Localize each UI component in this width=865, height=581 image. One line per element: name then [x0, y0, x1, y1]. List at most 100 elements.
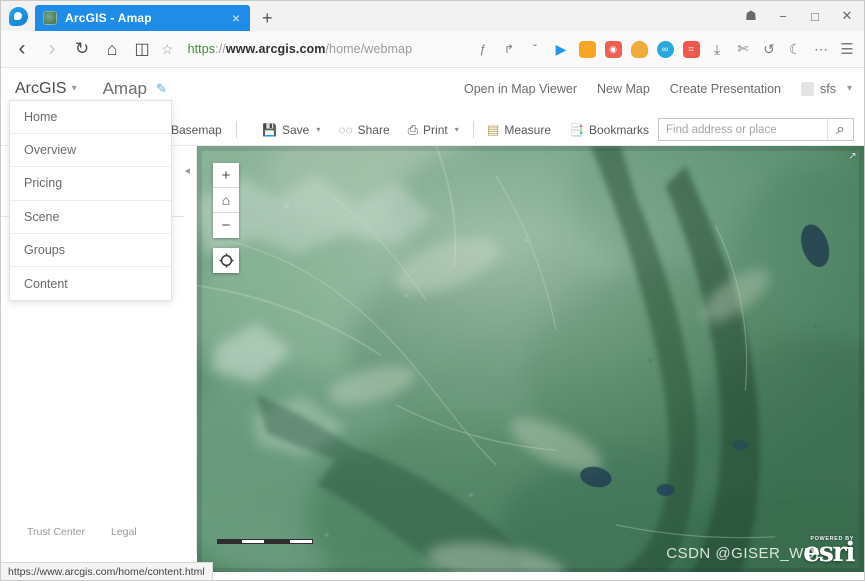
browser-logo-icon: [1, 1, 35, 31]
chevron-down-icon: ▾: [454, 125, 459, 134]
browser-toolbar: ‹ › ↻ ⌂ ◫ ☆ https://www.arcgis.com/home/…: [1, 31, 864, 68]
close-window-button[interactable]: ✕: [832, 4, 862, 28]
url-host: www.arcgis.com: [225, 42, 326, 56]
page-title: Amap: [102, 78, 148, 98]
scale-bar-row: [217, 539, 313, 544]
toolbar-print-label: Print: [423, 122, 448, 137]
forward-button[interactable]: ›: [37, 34, 67, 64]
pencil-icon[interactable]: ✎: [156, 81, 167, 97]
menu-item-home[interactable]: Home: [10, 101, 171, 135]
window-controls: ☗ − □ ✕: [736, 3, 862, 29]
zoom-controls: + ⌂ −: [213, 163, 239, 238]
print-icon: ⎙: [407, 122, 419, 137]
toolbar-share-label: Share: [357, 122, 390, 137]
tab-close-icon[interactable]: ×: [230, 11, 242, 25]
gamepad-icon[interactable]: [626, 36, 652, 62]
map-viewport[interactable]: ↗ + ⌂ − POWERED BY esri CSDN @GISER_WDL: [197, 146, 864, 572]
home-extent-button[interactable]: ⌂: [213, 188, 239, 213]
arcgis-brand-dropdown: Home Overview Pricing Scene Groups Conte…: [9, 100, 172, 302]
arcgis-brand-menu[interactable]: ArcGIS ▾: [15, 80, 77, 98]
more-options-icon[interactable]: ⋯: [808, 36, 834, 62]
share-icon: ◌◌: [338, 122, 353, 137]
expand-map-icon[interactable]: ↗: [846, 150, 859, 163]
folder-icon[interactable]: [574, 36, 600, 62]
history-icon[interactable]: ↺: [756, 36, 782, 62]
search-input[interactable]: [659, 119, 827, 140]
home-button[interactable]: ⌂: [97, 34, 127, 64]
zoom-in-button[interactable]: +: [213, 163, 239, 188]
browser-tab-active[interactable]: ArcGIS - Amap ×: [35, 5, 250, 31]
scale-segment: [289, 539, 313, 544]
user-name-label: sfs: [819, 81, 836, 96]
night-mode-icon[interactable]: ☾: [782, 36, 808, 62]
chevron-down-icon: ▾: [71, 83, 77, 94]
infinity-icon[interactable]: ∞: [652, 36, 678, 62]
user-menu[interactable]: sfs ▾: [800, 81, 852, 96]
scale-segment: [265, 539, 289, 544]
locate-icon: [218, 253, 234, 268]
new-tab-button[interactable]: +: [262, 9, 273, 27]
url-separator: ://: [215, 42, 226, 56]
zoom-out-button[interactable]: −: [213, 213, 239, 238]
toolbar-basemap-label: Basemap: [171, 122, 222, 137]
legal-link[interactable]: Legal: [111, 526, 137, 538]
open-in-map-viewer-link[interactable]: Open in Map Viewer: [464, 82, 577, 96]
bookmark-star-icon[interactable]: ☆: [161, 41, 174, 58]
chevron-down-icon[interactable]: ˇ: [522, 36, 548, 62]
trust-center-link[interactable]: Trust Center: [27, 526, 85, 538]
video-play-icon[interactable]: ▶: [548, 36, 574, 62]
collections-icon[interactable]: ☗: [736, 4, 766, 28]
toolbar-measure[interactable]: ▤ Measure: [478, 123, 560, 137]
toolbar-bookmarks[interactable]: 📑 Bookmarks: [560, 123, 658, 137]
toolbar-print[interactable]: ⎙ Print ▾: [399, 123, 468, 137]
toolbar-basemap[interactable]: Basemap: [171, 123, 231, 137]
new-map-link[interactable]: New Map: [597, 82, 650, 96]
create-presentation-link[interactable]: Create Presentation: [670, 82, 781, 96]
flash-icon[interactable]: ƒ: [470, 36, 496, 62]
menu-item-scene[interactable]: Scene: [10, 201, 171, 234]
screenshot-scissors-icon[interactable]: ✄: [730, 36, 756, 62]
toolbar-save[interactable]: 💾 Save ▾: [253, 123, 329, 137]
url-scheme: https: [187, 42, 216, 56]
menu-item-overview[interactable]: Overview: [10, 134, 171, 168]
save-icon: 💾: [262, 122, 277, 137]
locate-button[interactable]: [213, 248, 239, 273]
scale-segment: [241, 539, 265, 544]
tab-favicon-icon: [43, 11, 57, 25]
toolbar-share[interactable]: ◌◌ Share: [329, 123, 398, 137]
reload-button[interactable]: ↻: [67, 34, 97, 64]
search-box: ⌕: [658, 118, 854, 141]
toolbar-bookmarks-label: Bookmarks: [588, 122, 649, 137]
browser-window: ArcGIS - Amap × + ☗ − □ ✕ ‹ › ↻ ⌂ ◫ ☆ ht…: [0, 0, 865, 581]
scale-segment: [217, 539, 241, 544]
chevron-down-icon: ▾: [316, 125, 321, 134]
map-imagery-basemap[interactable]: [197, 146, 864, 572]
download-icon[interactable]: ⤓: [704, 36, 730, 62]
share-icon[interactable]: ↱: [496, 36, 522, 62]
arcgis-header-actions: Open in Map Viewer New Map Create Presen…: [464, 81, 852, 96]
menu-icon[interactable]: ☰: [834, 36, 860, 62]
measure-icon: ▤: [487, 122, 500, 137]
chevron-down-icon: ▾: [846, 83, 852, 94]
maximize-button[interactable]: □: [800, 4, 830, 28]
back-button[interactable]: ‹: [7, 34, 37, 64]
toolbar-measure-label: Measure: [504, 122, 552, 137]
browser-tab-strip: ArcGIS - Amap × + ☗ − □ ✕: [1, 1, 864, 31]
minimize-button[interactable]: −: [768, 4, 798, 28]
url-text: https://www.arcgis.com/home/webmap: [188, 42, 413, 56]
status-bar: https://www.arcgis.com/home/content.html: [1, 562, 213, 580]
search-icon[interactable]: ⌕: [827, 119, 853, 140]
arcgis-brand-label: ArcGIS: [15, 79, 67, 97]
shield-icon[interactable]: ◉: [600, 36, 626, 62]
toolbar-save-label: Save: [281, 122, 310, 137]
menu-item-groups[interactable]: Groups: [10, 234, 171, 267]
panel-collapse-icon[interactable]: ◂: [184, 164, 190, 177]
panel-footer: Trust Center Legal: [1, 526, 196, 538]
url-path: /home/webmap: [325, 42, 413, 56]
menu-item-content[interactable]: Content: [10, 267, 171, 300]
menu-item-pricing[interactable]: Pricing: [10, 167, 171, 201]
address-bar[interactable]: ☆ https://www.arcgis.com/home/webmap: [157, 34, 470, 64]
reader-mode-icon[interactable]: ◫: [127, 34, 157, 64]
grid-icon[interactable]: ⌗: [678, 36, 704, 62]
avatar: [800, 81, 814, 96]
